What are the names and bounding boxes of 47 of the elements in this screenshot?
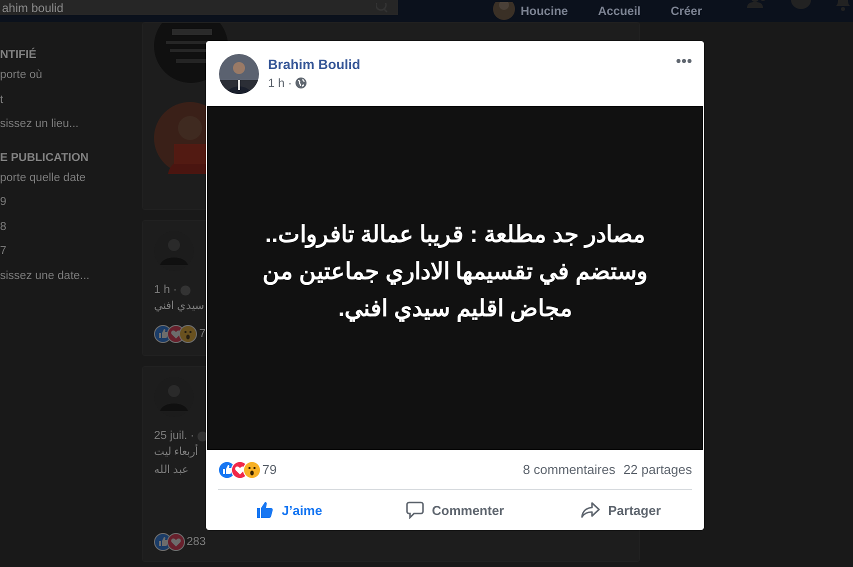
like-reaction-icon xyxy=(154,533,172,551)
filter-option[interactable]: 9 xyxy=(0,196,6,208)
more-options-icon[interactable] xyxy=(676,57,692,65)
post-text-line: مجاض اقليم سيدي افني. xyxy=(338,294,572,324)
reaction-count[interactable]: 79 xyxy=(262,462,277,477)
wow-reaction-icon xyxy=(243,460,262,478)
nav-link[interactable]: Créer xyxy=(670,4,702,18)
shares-count[interactable]: 22 partages xyxy=(623,462,692,477)
search-text: ahim boulid xyxy=(2,0,64,14)
filter-option[interactable]: 7 xyxy=(0,245,6,257)
bell-icon[interactable] xyxy=(833,0,853,12)
like-button[interactable]: J’aime xyxy=(206,494,372,526)
post-time[interactable]: 1 h · xyxy=(268,76,292,90)
nav-link[interactable]: Houcine xyxy=(520,4,568,18)
post-text-line: مصادر جد مطلعة : قريبا عمالة تافروات.. xyxy=(265,220,645,250)
comment-button[interactable]: Commenter xyxy=(372,494,538,526)
author-name[interactable]: Brahim Boulid xyxy=(268,57,360,72)
nav-link[interactable]: Accueil xyxy=(598,4,641,18)
share-button[interactable]: Partager xyxy=(538,494,704,526)
heart-reaction-icon xyxy=(166,325,185,343)
filter-option[interactable]: 8 xyxy=(0,220,6,232)
thumbs-up-icon xyxy=(256,501,274,519)
reaction-count[interactable]: 283 xyxy=(186,536,206,548)
filter-heading: E PUBLICATION xyxy=(0,152,90,164)
post-text: سيدي افني xyxy=(154,300,204,312)
filter-heading: NTIFIÉ xyxy=(0,49,38,61)
filter-option[interactable]: porte où xyxy=(0,69,42,81)
filter-option[interactable]: sissez une date... xyxy=(0,270,90,282)
post-text: أربعاء ليت xyxy=(154,446,198,458)
post-time[interactable]: 25 juil. · xyxy=(154,430,194,442)
comments-count[interactable]: 8 commentaires xyxy=(522,462,616,477)
post-time[interactable]: 1 h · xyxy=(154,284,178,296)
search-field[interactable]: ahim boulid xyxy=(0,0,398,15)
avatar-icon xyxy=(492,2,515,20)
post-text-line: وستضم في تقسيمها الاداري جماعتين من xyxy=(262,256,648,287)
post-text: عبد الله xyxy=(154,464,190,476)
share-arrow-icon xyxy=(581,501,600,519)
reaction-count[interactable]: 7 xyxy=(199,328,206,340)
wow-reaction-icon xyxy=(179,325,198,343)
avatar-icon[interactable] xyxy=(219,54,259,94)
filter-option[interactable]: porte quelle date xyxy=(0,172,86,184)
messenger-icon[interactable] xyxy=(791,0,811,10)
like-reaction-icon xyxy=(154,325,172,343)
heart-reaction-icon xyxy=(166,533,185,551)
filter-option[interactable]: t xyxy=(0,94,4,106)
filter-option[interactable]: sissez un lieu... xyxy=(0,118,79,130)
speech-bubble-icon xyxy=(406,501,424,519)
